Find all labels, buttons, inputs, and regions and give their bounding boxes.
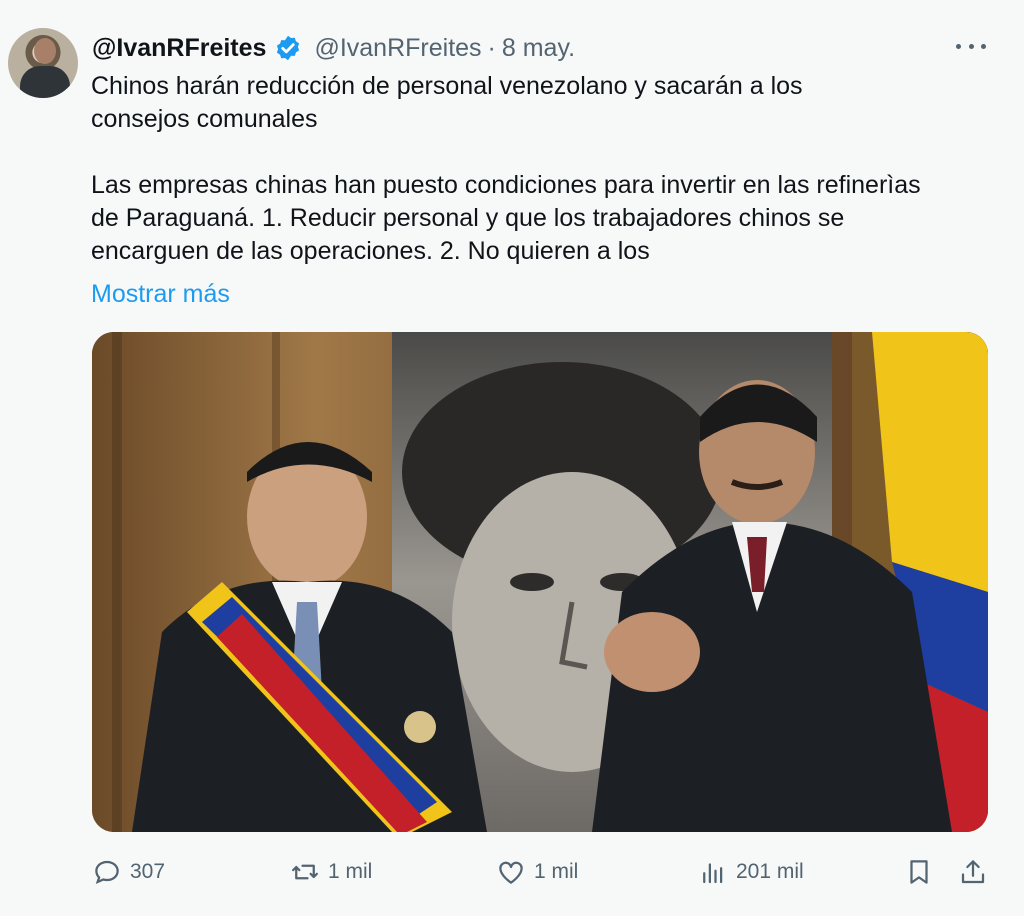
more-dot <box>981 43 986 49</box>
reply-count: 307 <box>130 860 166 883</box>
avatar-head <box>34 38 56 64</box>
heart-icon <box>499 861 523 884</box>
share-icon <box>961 860 985 884</box>
retweet-count: 1 mil <box>328 860 373 883</box>
avatar[interactable] <box>8 28 78 98</box>
like-button[interactable]: 1 mil <box>496 850 578 894</box>
more-dot <box>956 43 961 49</box>
reply-button[interactable]: 307 <box>92 850 165 894</box>
header-separator: · <box>487 33 496 62</box>
action-bar: 307 1 mil 1 mil 201 mil <box>0 850 1024 894</box>
retweet-icon <box>292 864 318 880</box>
more-icon[interactable] <box>956 34 986 58</box>
tweet-text: Chinos harán reducción de personal venez… <box>91 72 921 265</box>
author-name[interactable]: @IvanRFreites <box>92 34 266 63</box>
tweet-header: @IvanRFreites @IvanRFreites · 8 may. <box>92 30 575 66</box>
tweet-photo[interactable] <box>92 332 988 832</box>
photo-illustration <box>92 332 988 832</box>
bookmark-icon <box>910 860 928 884</box>
views-icon <box>703 863 723 884</box>
like-count: 1 mil <box>534 860 579 883</box>
views-button[interactable]: 201 mil <box>698 850 804 894</box>
more-dot <box>968 43 974 49</box>
author-handle[interactable]: @IvanRFreites <box>314 34 481 63</box>
avatar-body <box>20 66 70 98</box>
tweet-date[interactable]: 8 may. <box>502 34 575 63</box>
show-more-link[interactable]: Mostrar más <box>91 278 230 310</box>
tweet: @IvanRFreites @IvanRFreites · 8 may. Chi… <box>0 0 1024 916</box>
views-count: 201 mil <box>736 860 804 883</box>
verified-badge-icon <box>277 35 300 61</box>
bookmark-button[interactable] <box>904 850 934 894</box>
reply-icon <box>95 860 119 885</box>
retweet-button[interactable]: 1 mil <box>290 850 372 894</box>
share-button[interactable] <box>958 850 988 894</box>
